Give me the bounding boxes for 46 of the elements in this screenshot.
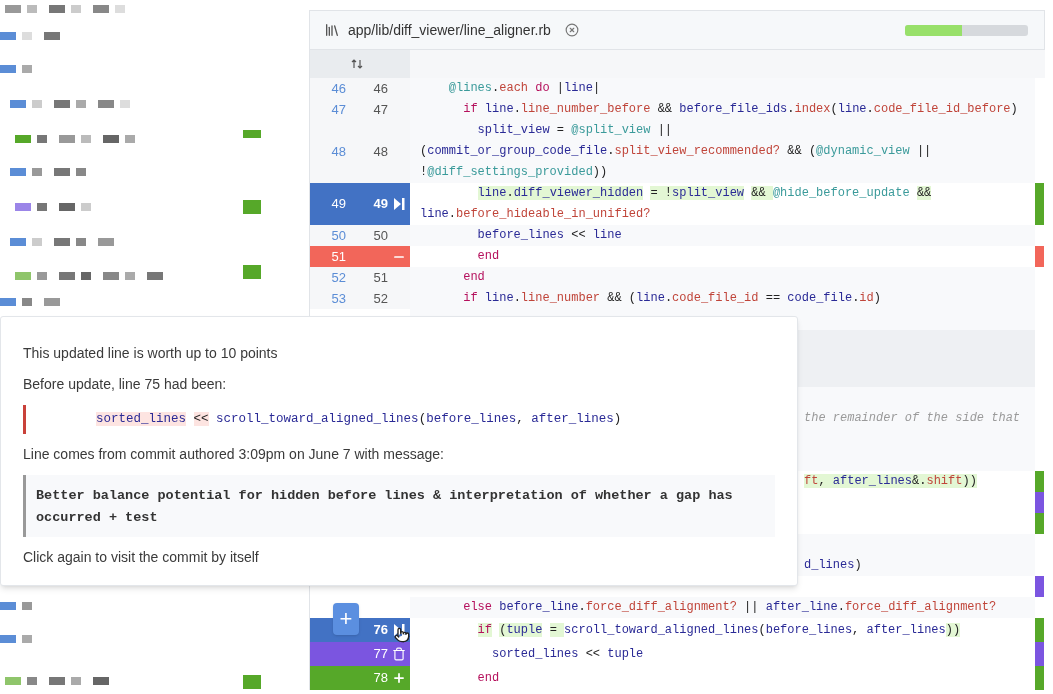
line-number: 47 bbox=[331, 101, 346, 117]
code-line: if (tuple = scroll_toward_aligned_lines(before_lines, after_lines)) bbox=[476, 621, 961, 639]
close-icon[interactable] bbox=[564, 23, 579, 37]
trash-icon[interactable] bbox=[392, 647, 406, 661]
code-line: before_lines << line bbox=[476, 227, 622, 244]
line-number: 50 bbox=[331, 227, 346, 243]
code-line: ft, after_lines&.shift)) bbox=[804, 473, 977, 490]
line-number: 78 bbox=[373, 670, 388, 686]
code-line: the remainder of the side that bbox=[804, 410, 1021, 427]
line-number: 77 bbox=[373, 646, 388, 662]
line-number: 76 bbox=[373, 622, 388, 638]
code-line: sorted_lines << scroll_toward_aligned_lines(before_lines, after_lines) bbox=[95, 412, 622, 426]
line-number: 51 bbox=[373, 269, 388, 285]
code-line: line.diff_viewer_hidden = !split_view && @hide_before_update && line.before_hideable_in_unified? bbox=[420, 185, 933, 223]
code-line: d_lines) bbox=[804, 557, 862, 574]
code-line: end bbox=[476, 248, 500, 265]
sort-icon[interactable] bbox=[351, 59, 363, 69]
code-line: sorted_lines << tuple bbox=[491, 645, 644, 663]
commit-label: Line comes from commit authored 3:09pm on June 7 with message: bbox=[23, 444, 445, 464]
code-line: if line.line_number && (line.code_file_id == code_file.id) bbox=[462, 290, 881, 307]
plus-icon[interactable] bbox=[392, 671, 406, 685]
code-line: @lines.each do |line| bbox=[447, 80, 601, 97]
file-path: app/lib/diff_viewer/line_aligner.rb bbox=[348, 20, 551, 40]
line-number: 52 bbox=[373, 290, 388, 306]
code-line: split_view = @split_view || (commit_or_group_code_file.split_view_recommended? && (@dynamic_view || !@diff_settings_provided)) bbox=[420, 122, 933, 181]
points-text: This updated line is worth up to 10 points bbox=[23, 344, 279, 363]
line-number: 48 bbox=[373, 143, 388, 159]
code-line: if line.line_number_before && before_file_ids.index(line.code_file_id_before) bbox=[462, 101, 1018, 118]
line-number: 51 bbox=[331, 248, 346, 264]
add-button[interactable]: + bbox=[333, 603, 359, 635]
line-number: 46 bbox=[331, 80, 346, 96]
line-number: 47 bbox=[373, 101, 388, 117]
commit-message: Better balance potential for hidden before lines & interpretation of whether a gap has occurred + test bbox=[36, 487, 733, 525]
line-number: 46 bbox=[373, 80, 388, 96]
line-number: 52 bbox=[331, 269, 346, 285]
books-icon bbox=[324, 22, 340, 38]
line-number: 53 bbox=[331, 290, 346, 306]
line-number: 48 bbox=[331, 143, 346, 159]
code-line: end bbox=[476, 669, 500, 687]
code-line: end bbox=[462, 269, 485, 286]
code-line: else before_line.force_diff_alignment? || after_line.force_diff_alignment? bbox=[462, 599, 997, 616]
line-number: 49 bbox=[373, 196, 388, 212]
before-label: Before update, line 75 had been: bbox=[23, 375, 228, 394]
line-number: 50 bbox=[373, 227, 388, 243]
line-number: 49 bbox=[331, 196, 346, 212]
hint-text: Click again to visit the commit by itself bbox=[23, 547, 260, 567]
